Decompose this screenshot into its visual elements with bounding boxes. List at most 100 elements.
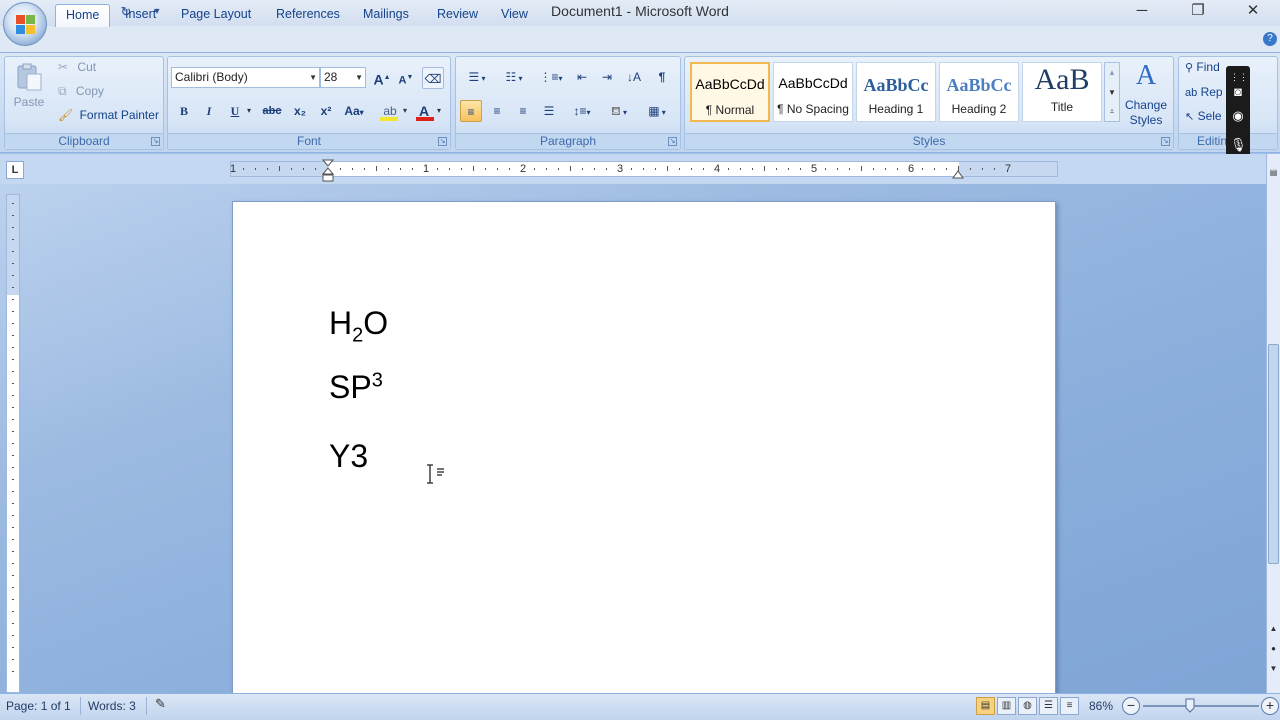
style-title[interactable]: AaB Title: [1022, 62, 1102, 122]
underline-dropdown-icon[interactable]: ▾: [247, 106, 251, 115]
show-formatting-button[interactable]: ¶: [651, 66, 673, 88]
page-count[interactable]: Page: 1 of 1: [6, 699, 71, 713]
office-button[interactable]: [3, 2, 47, 46]
font-size-combo[interactable]: 28 ▼: [320, 67, 366, 88]
strikethrough-button[interactable]: abc: [261, 100, 283, 122]
document-page[interactable]: H2O SP3 Y3: [232, 201, 1056, 701]
restore-button[interactable]: ❐: [1175, 0, 1221, 24]
tab-references[interactable]: References: [266, 4, 350, 27]
ruler-tick: [12, 599, 14, 600]
camera-icon[interactable]: ◙: [1230, 84, 1246, 100]
paragraph-launcher-icon[interactable]: ↘: [668, 137, 677, 146]
proofing-icon[interactable]: ✎: [155, 696, 175, 714]
superscript-button[interactable]: x²: [315, 100, 337, 122]
styles-launcher-icon[interactable]: ↘: [1161, 137, 1170, 146]
ruler-toggle-icon[interactable]: ▤: [1268, 168, 1279, 182]
tab-mailings[interactable]: Mailings: [353, 4, 419, 27]
align-right-button[interactable]: ≡: [512, 100, 534, 122]
chevron-down-icon[interactable]: ▼: [1105, 83, 1119, 103]
document-line-2[interactable]: SP3: [329, 369, 383, 406]
more-styles-icon[interactable]: ⩡: [1105, 103, 1119, 121]
tab-insert[interactable]: Insert: [115, 4, 166, 27]
font-launcher-icon[interactable]: ↘: [438, 137, 447, 146]
style-sample: AaB: [1034, 63, 1090, 96]
style-normal[interactable]: AaBbCcDd ¶ Normal: [690, 62, 770, 122]
line-spacing-button[interactable]: ↕≡▾: [566, 100, 598, 122]
grow-font-button[interactable]: A▲: [371, 67, 393, 89]
copy-icon: ⧉: [58, 84, 67, 98]
font-color-button[interactable]: A: [413, 100, 435, 122]
full-screen-reading-button[interactable]: ▥: [997, 697, 1016, 715]
style-heading-2[interactable]: AaBbCc Heading 2: [939, 62, 1019, 122]
format-painter-button[interactable]: 🖌 Format Painter: [58, 108, 162, 126]
justify-button[interactable]: ☰: [538, 100, 560, 122]
chevron-up-icon[interactable]: ▲: [1105, 63, 1119, 83]
change-case-button[interactable]: Aa▾: [341, 100, 367, 122]
zoom-in-button[interactable]: +: [1261, 697, 1279, 715]
align-left-button[interactable]: ≡: [460, 100, 482, 122]
tab-page-layout[interactable]: Page Layout: [171, 4, 261, 27]
document-line-3[interactable]: Y3: [329, 438, 368, 475]
shading-button[interactable]: ⛾ ▾: [602, 100, 636, 122]
decrease-indent-button[interactable]: ⇤: [571, 66, 593, 88]
style-no-spacing[interactable]: AaBbCcDd ¶ No Spacing: [773, 62, 853, 122]
indent-marker[interactable]: [321, 159, 335, 183]
clear-formatting-button[interactable]: ⌫: [422, 67, 444, 89]
vertical-ruler[interactable]: [6, 194, 20, 693]
bold-button[interactable]: B: [173, 100, 195, 122]
replace-button[interactable]: ab Rep: [1185, 85, 1230, 103]
right-indent-marker[interactable]: [952, 168, 964, 179]
tab-view[interactable]: View: [491, 4, 538, 27]
highlight-dropdown-icon[interactable]: ▾: [403, 106, 407, 115]
paste-button[interactable]: Paste: [10, 62, 48, 122]
document-line-1[interactable]: H2O: [329, 305, 388, 347]
web-layout-button[interactable]: ◍: [1018, 697, 1037, 715]
align-center-button[interactable]: ≡: [486, 100, 508, 122]
outline-view-button[interactable]: ☰: [1039, 697, 1058, 715]
browse-object-icon[interactable]: ●: [1268, 644, 1279, 658]
tab-review[interactable]: Review: [427, 4, 488, 27]
scroll-thumb[interactable]: [1268, 344, 1279, 564]
underline-button[interactable]: U: [224, 100, 246, 122]
zoom-level[interactable]: 86%: [1089, 699, 1113, 713]
italic-button[interactable]: I: [198, 100, 220, 122]
select-button[interactable]: ↖ Sele: [1185, 109, 1230, 127]
close-button[interactable]: ✕: [1230, 0, 1276, 24]
print-layout-icon: ▤: [980, 700, 991, 711]
horizontal-ruler[interactable]: 1 1 2 3 4 5 6 7: [230, 161, 1058, 177]
style-heading-1[interactable]: AaBbCc Heading 1: [856, 62, 936, 122]
help-icon[interactable]: ?: [1263, 32, 1277, 46]
zoom-out-button[interactable]: −: [1122, 697, 1140, 715]
cut-button[interactable]: ✂ Cut: [58, 60, 158, 78]
multilevel-list-button[interactable]: ⋮≡▾: [534, 66, 568, 88]
find-button[interactable]: ⚲ Find: [1185, 60, 1230, 78]
numbering-button[interactable]: ☷ ▾: [497, 66, 531, 88]
chevron-up-icon[interactable]: ▲: [1268, 624, 1279, 638]
styles-scroll[interactable]: ▲ ▼ ⩡: [1104, 62, 1120, 122]
draft-view-button[interactable]: ≡: [1060, 697, 1079, 715]
sort-button[interactable]: ↓A: [623, 66, 645, 88]
print-layout-view-button[interactable]: ▤: [976, 697, 995, 715]
minimize-button[interactable]: ─: [1119, 0, 1165, 24]
zoom-slider-track[interactable]: [1143, 705, 1259, 707]
word-count[interactable]: Words: 3: [88, 699, 136, 713]
clipboard-launcher-icon[interactable]: ↘: [151, 137, 160, 146]
chevron-down-icon[interactable]: ▼: [1268, 664, 1279, 678]
font-name-combo[interactable]: Calibri (Body) ▼: [171, 67, 320, 88]
tab-selector[interactable]: L: [6, 161, 24, 179]
increase-indent-button[interactable]: ⇥: [596, 66, 618, 88]
zoom-slider-thumb[interactable]: [1185, 698, 1195, 713]
copy-button[interactable]: ⧉ Copy: [58, 84, 158, 102]
font-color-dropdown-icon[interactable]: ▾: [437, 106, 441, 115]
drag-handle-icon[interactable]: ⋮⋮: [1230, 69, 1248, 85]
change-styles-button[interactable]: A Change Styles: [1122, 60, 1170, 132]
microphone-icon[interactable]: 🎙: [1230, 137, 1247, 153]
highlight-button[interactable]: ab: [377, 100, 403, 122]
shrink-font-button[interactable]: A▼: [395, 67, 417, 89]
tab-home[interactable]: Home: [55, 4, 111, 27]
borders-button[interactable]: ▦ ▾: [640, 100, 674, 122]
vertical-scrollbar[interactable]: ▤ ▲ ● ▼: [1266, 154, 1280, 693]
bullets-button[interactable]: ☰ ▾: [460, 66, 494, 88]
record-icon[interactable]: ◉: [1230, 108, 1246, 124]
subscript-button[interactable]: x₂: [289, 100, 311, 122]
